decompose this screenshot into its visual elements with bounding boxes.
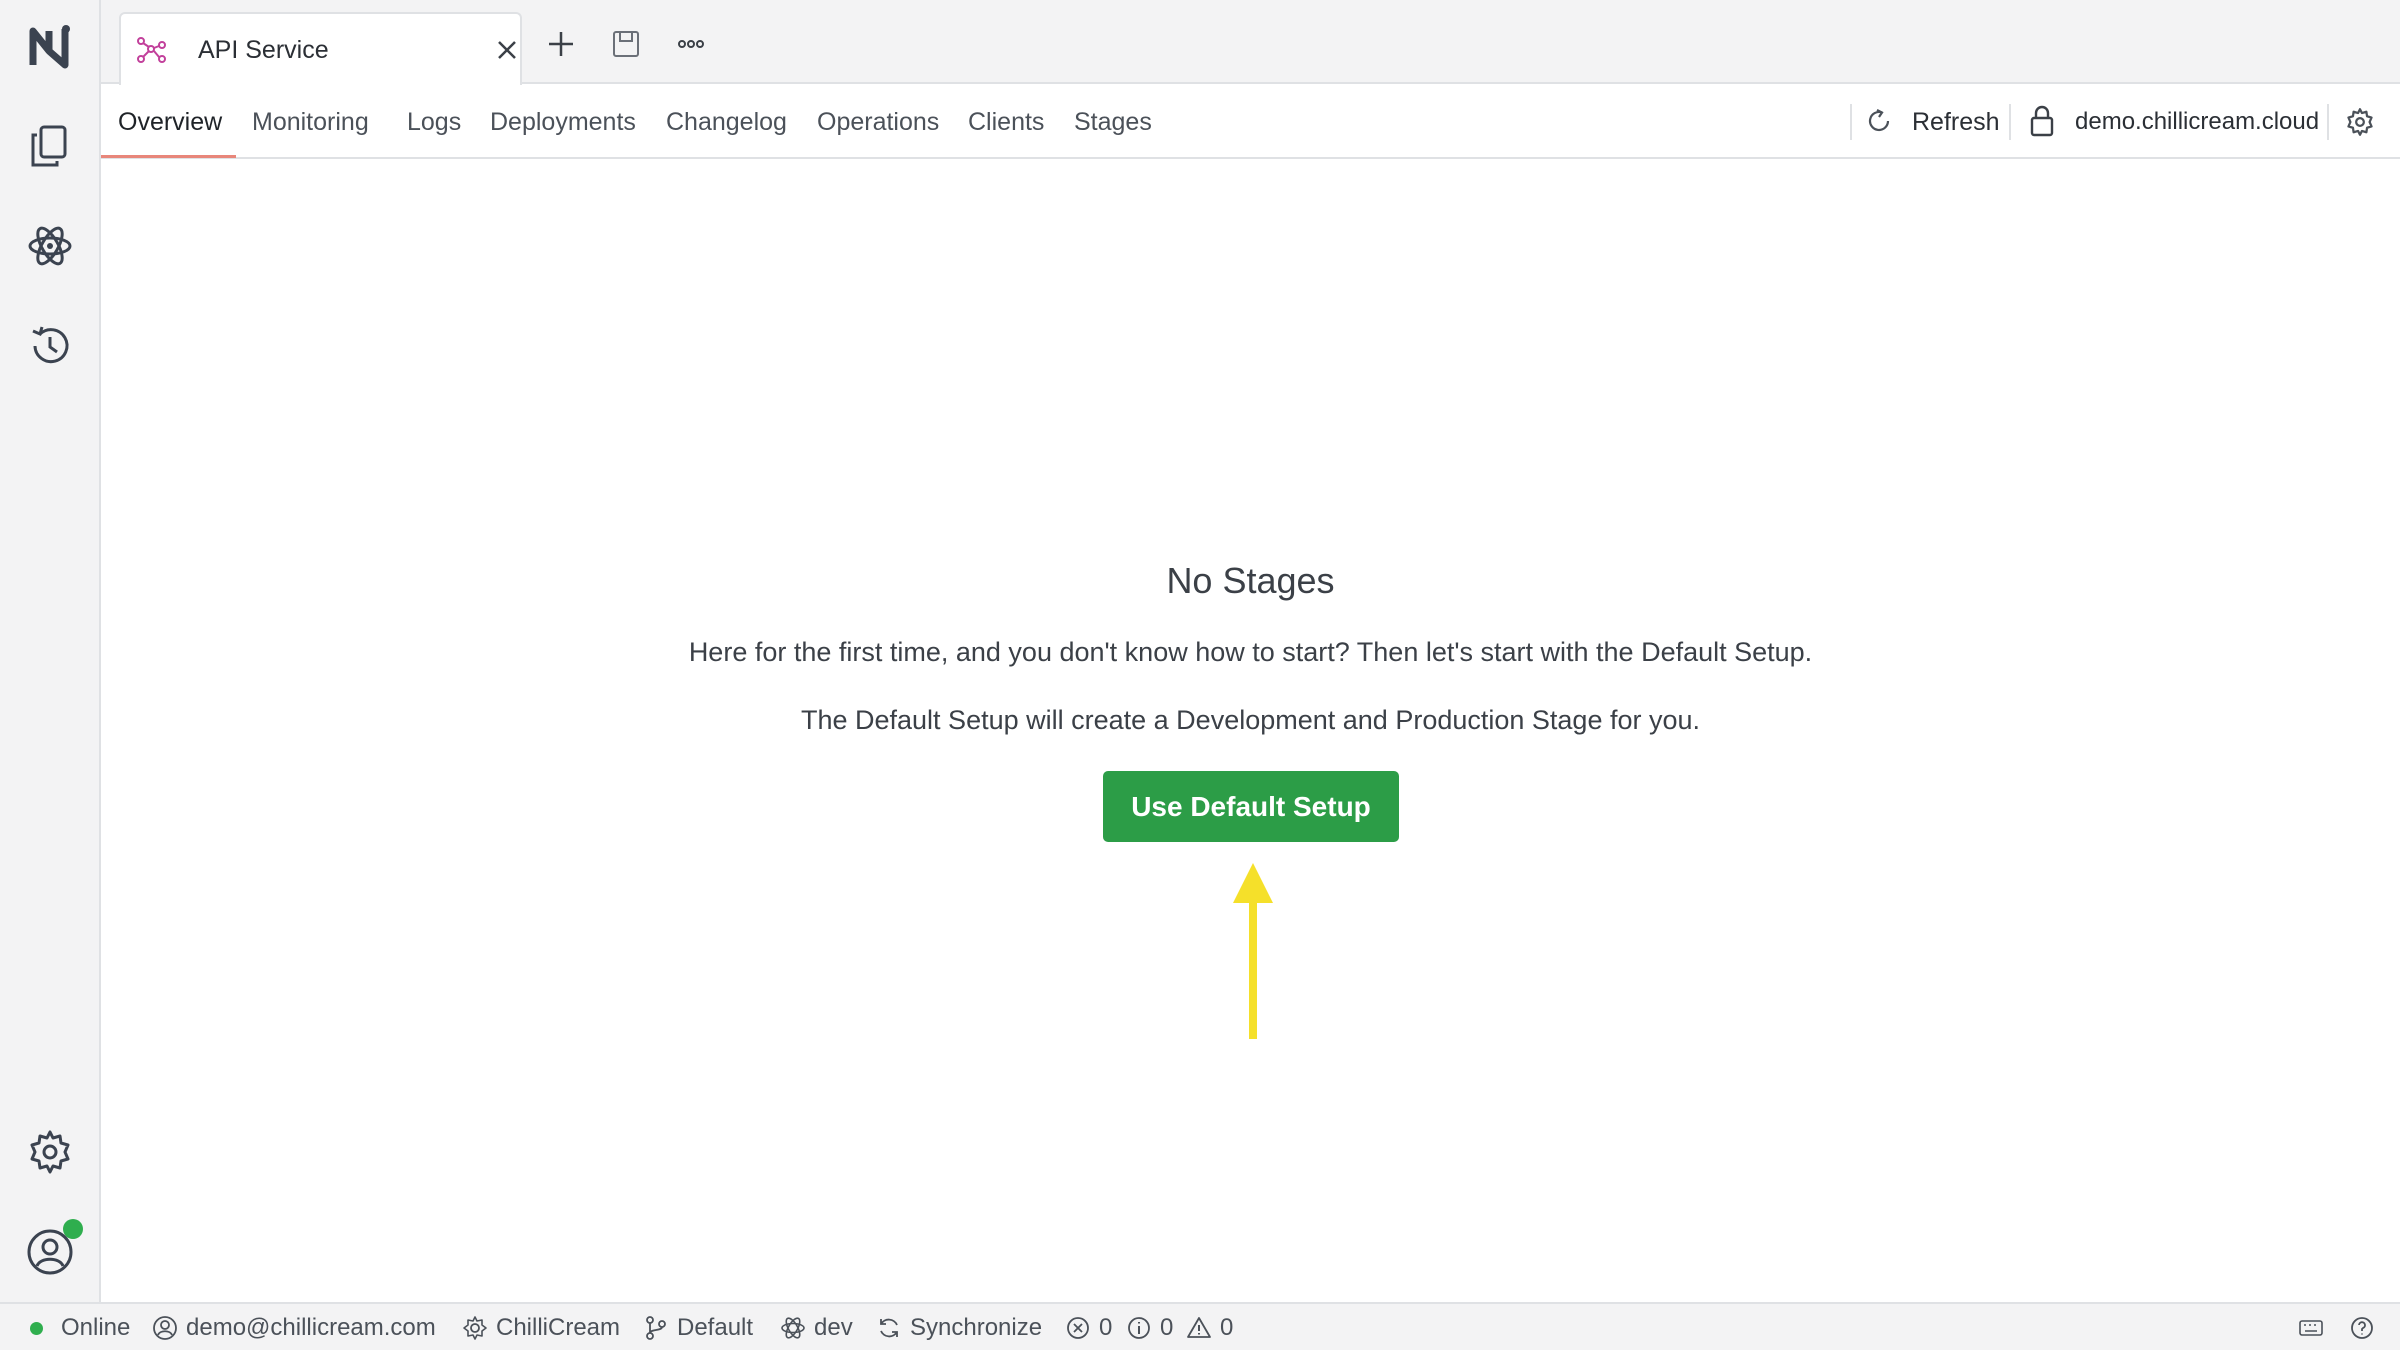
use-default-setup-button[interactable]: Use Default Setup — [1103, 771, 1399, 842]
notification-badge — [63, 1219, 83, 1239]
user-email: demo@chillicream.com — [186, 1314, 436, 1341]
new-tab-button[interactable] — [541, 24, 581, 64]
tab-changelog[interactable]: Changelog — [666, 108, 787, 137]
tab-logs[interactable]: Logs — [407, 108, 461, 137]
active-tab-underline — [101, 155, 236, 158]
close-icon[interactable] — [493, 36, 521, 64]
stage-icon — [781, 1317, 805, 1339]
documents-icon[interactable] — [18, 114, 82, 178]
info-count[interactable]: 0 — [1126, 1314, 1173, 1342]
synchronize-button[interactable]: Synchronize — [876, 1314, 1042, 1342]
api-service-icon — [137, 37, 166, 63]
endpoint-url[interactable]: demo.chillicream.cloud — [2075, 108, 2319, 136]
save-icon — [613, 31, 639, 57]
empty-state-title: No Stages — [1166, 560, 1335, 601]
workspace-selector[interactable]: ChilliCream — [462, 1314, 620, 1342]
api-subnav: Overview Monitoring Logs Deployments Cha… — [101, 86, 2400, 159]
refresh-button[interactable]: Refresh — [1912, 108, 2000, 137]
info-count-value: 0 — [1160, 1314, 1174, 1341]
info-icon — [1128, 1317, 1150, 1339]
empty-state-description-2: The Default Setup will create a Developm… — [800, 705, 1700, 735]
annotation-arrow — [1233, 863, 1273, 1039]
stage-selector[interactable]: dev — [780, 1314, 853, 1342]
more-options-button[interactable] — [671, 24, 711, 64]
branch-name: Default — [677, 1314, 754, 1341]
error-count-value: 0 — [1099, 1314, 1113, 1341]
activity-bar — [0, 0, 101, 1302]
document-tab-api-service[interactable]: API Service — [119, 12, 522, 85]
keyboard-icon — [2299, 1320, 2323, 1336]
save-button[interactable] — [606, 24, 646, 64]
empty-state-description: Here for the first time, and you don't k… — [688, 637, 1813, 667]
warning-count[interactable]: 0 — [1186, 1314, 1233, 1342]
plus-icon — [549, 32, 573, 56]
nitro-logo-icon[interactable] — [18, 14, 82, 78]
online-label: Online — [61, 1314, 131, 1341]
divider — [2327, 104, 2329, 140]
user-account[interactable]: demo@chillicream.com — [152, 1314, 436, 1342]
tab-monitoring[interactable]: Monitoring — [252, 108, 369, 137]
tab-clients[interactable]: Clients — [968, 108, 1044, 137]
warning-count-value: 0 — [1220, 1314, 1234, 1341]
workspace-icon — [463, 1316, 487, 1340]
divider — [1850, 104, 1852, 140]
lock-icon — [2030, 105, 2054, 137]
main-content: No Stages Here for the first time, and y… — [101, 159, 2400, 1302]
history-icon[interactable] — [18, 314, 82, 378]
tab-stages[interactable]: Stages — [1074, 108, 1152, 137]
tab-deployments[interactable]: Deployments — [490, 108, 636, 137]
user-icon — [153, 1316, 177, 1340]
divider — [2009, 104, 2011, 140]
warning-icon — [1187, 1317, 1211, 1338]
explorer-icon[interactable] — [18, 214, 82, 278]
more-dots-icon — [678, 40, 704, 48]
help-button[interactable] — [2349, 1314, 2383, 1342]
error-count[interactable]: 0 — [1065, 1314, 1112, 1342]
status-bar: Online demo@chillicream.com ChilliCream … — [0, 1302, 2400, 1350]
api-settings-gear-icon[interactable] — [2344, 106, 2376, 138]
app-window: API Service Overview Monitoring Logs Dep… — [0, 0, 2400, 1350]
sync-label: Synchronize — [910, 1314, 1043, 1341]
settings-gear-icon[interactable] — [18, 1120, 82, 1184]
help-icon — [2351, 1317, 2373, 1339]
error-icon — [1067, 1317, 1089, 1339]
document-tabstrip: API Service — [101, 0, 2400, 85]
branch-icon — [646, 1316, 666, 1340]
sync-icon — [880, 1318, 898, 1338]
online-status[interactable]: Online — [30, 1314, 130, 1342]
document-tab-title: API Service — [198, 36, 329, 64]
branch-selector[interactable]: Default — [643, 1314, 753, 1342]
workspace-name: ChilliCream — [496, 1314, 621, 1341]
stage-name: dev — [814, 1314, 853, 1341]
tab-overview[interactable]: Overview — [118, 108, 222, 137]
online-indicator — [30, 1321, 43, 1335]
tab-operations[interactable]: Operations — [817, 108, 939, 137]
refresh-icon[interactable] — [1864, 106, 1894, 136]
keyboard-shortcuts-button[interactable] — [2298, 1314, 2332, 1342]
